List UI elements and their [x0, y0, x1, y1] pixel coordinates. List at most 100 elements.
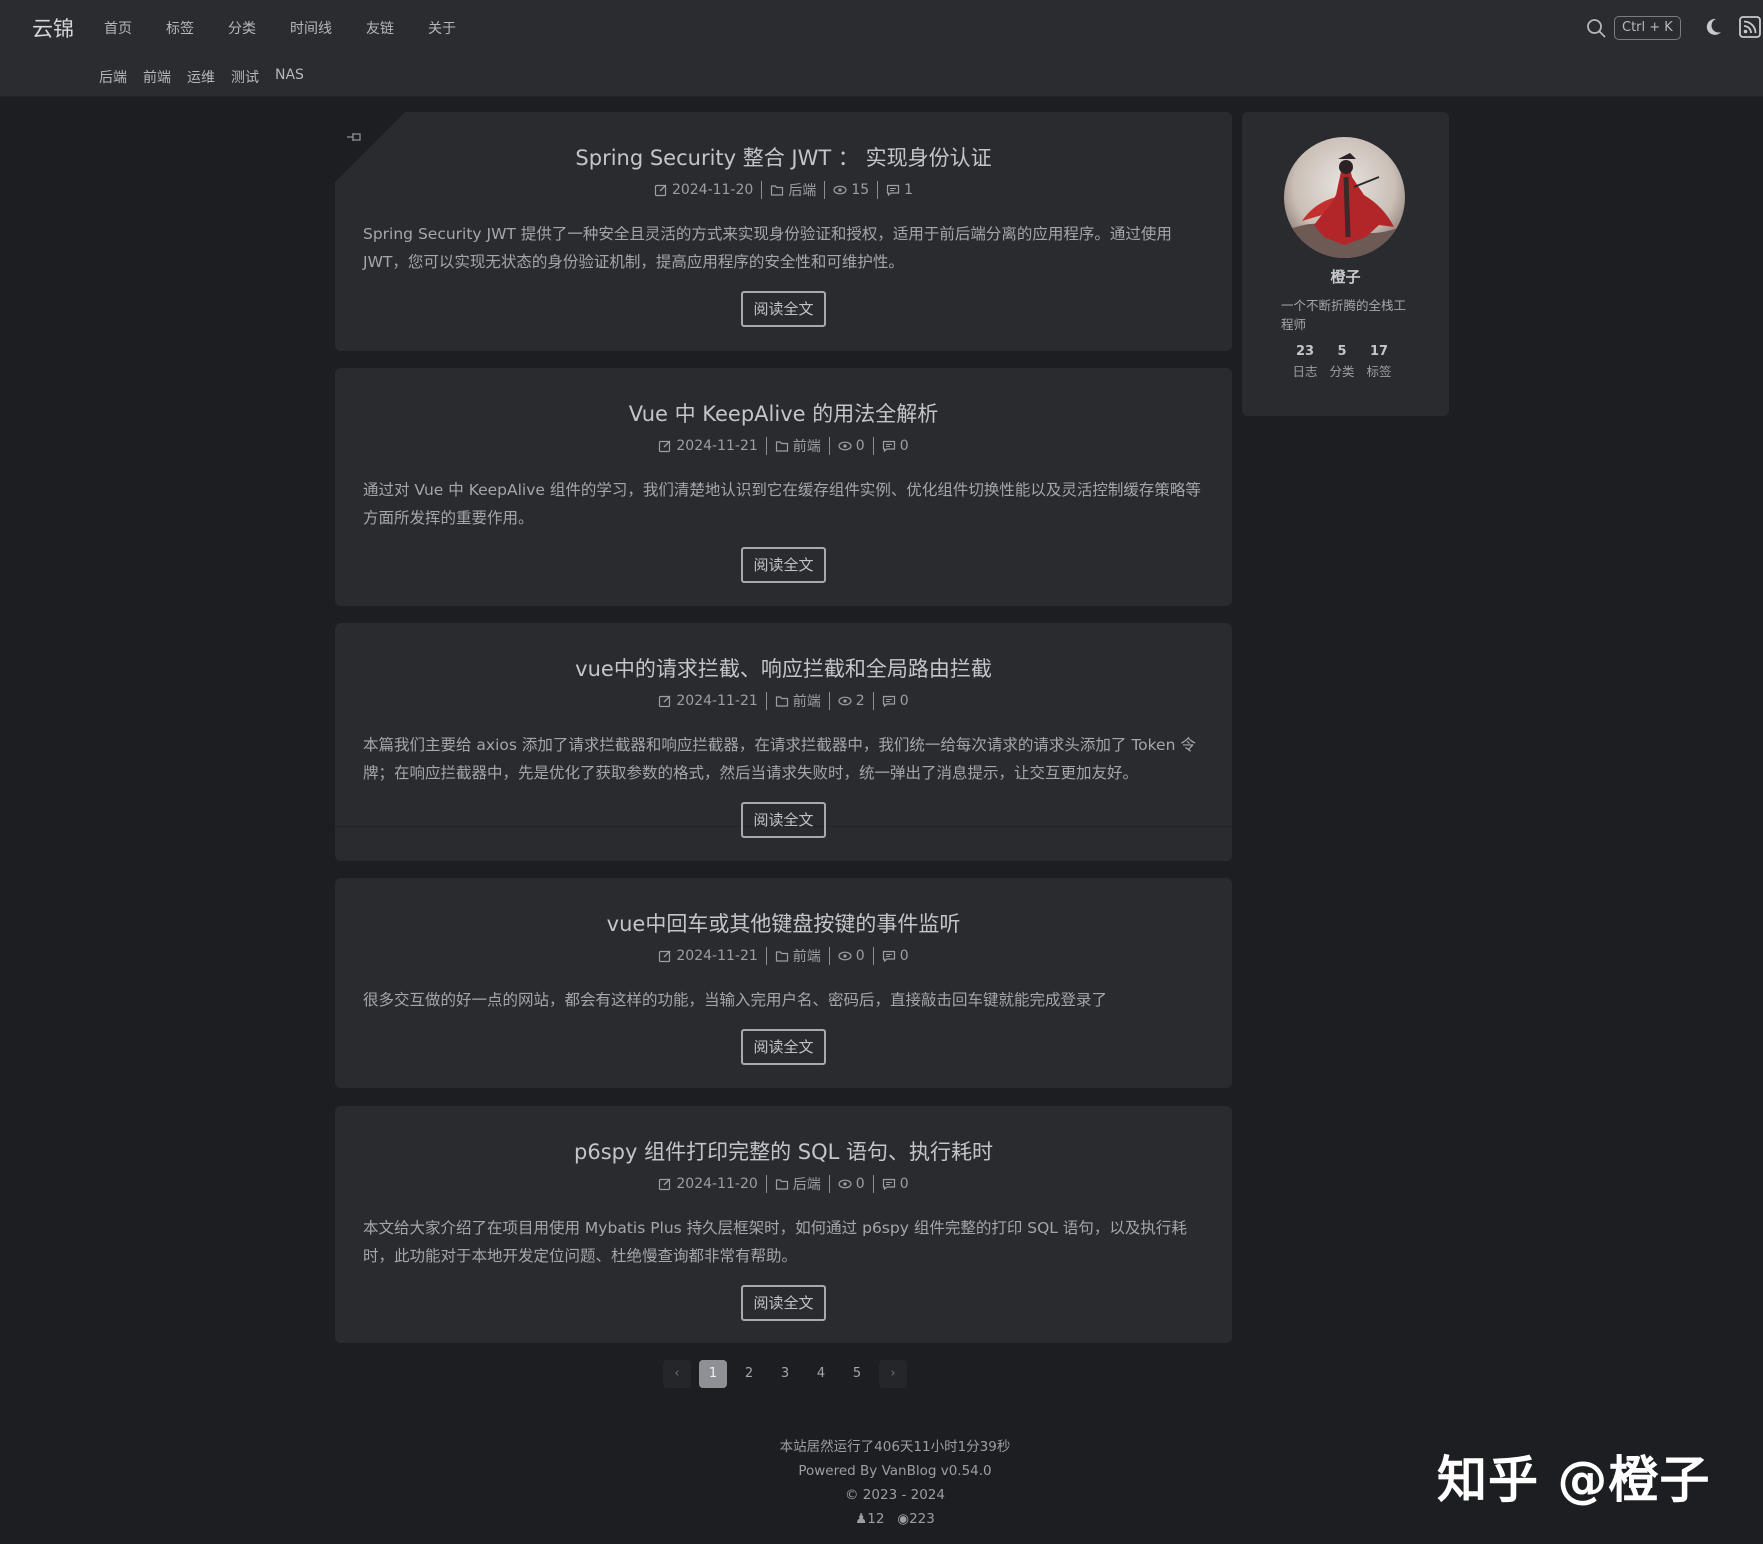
post-comments: 0: [882, 1176, 909, 1192]
stat-categories[interactable]: 5 分类: [1329, 344, 1355, 380]
post-card: Vue 中 KeepAlive 的用法全解析 2024-11-21 前端 0 0…: [335, 368, 1232, 606]
nav-about[interactable]: 关于: [428, 18, 456, 38]
post-title[interactable]: Vue 中 KeepAlive 的用法全解析: [335, 398, 1232, 428]
stat-tags[interactable]: 17 标签: [1366, 344, 1392, 380]
comment-icon: [882, 950, 895, 963]
author-card: 橙子 一个不断折腾的全栈工程师 23 日志 5 分类 17 标签: [1242, 112, 1449, 416]
post-category[interactable]: 后端: [775, 1174, 821, 1194]
zhihu-watermark: 知乎 @橙子: [1437, 1451, 1711, 1509]
read-more-button[interactable]: 阅读全文: [741, 547, 826, 583]
post-card: vue中的请求拦截、响应拦截和全局路由拦截 2024-11-21 前端 2 0 …: [335, 623, 1232, 861]
author-stats: 23 日志 5 分类 17 标签: [1292, 344, 1392, 380]
nav-tags[interactable]: 标签: [166, 18, 194, 38]
prev-page-button[interactable]: ‹: [663, 1360, 691, 1388]
user-icon: ♟: [855, 1511, 868, 1527]
post-category[interactable]: 前端: [775, 436, 821, 456]
search-shortcut-hint[interactable]: Ctrl + K: [1614, 16, 1681, 40]
post-date: 2024-11-21: [658, 693, 758, 709]
post-excerpt: 本文给大家介绍了在项目用使用 Mybatis Plus 持久层框架时，如何通过 …: [363, 1219, 1187, 1265]
author-bio: 一个不断折腾的全栈工程师: [1281, 298, 1407, 332]
category-nav: 后端 前端 运维 测试 NAS: [99, 67, 320, 87]
comment-icon: [882, 695, 895, 708]
post-views: 15: [833, 182, 869, 198]
moon-icon[interactable]: [1702, 16, 1724, 38]
read-more-button[interactable]: 阅读全文: [741, 1029, 826, 1065]
post-meta: 2024-11-20 后端 15 1: [335, 180, 1232, 200]
post-comments: 1: [886, 182, 913, 198]
post-card: vue中回车或其他键盘按键的事件监听 2024-11-21 前端 0 0 很多交…: [335, 878, 1232, 1088]
rss-icon[interactable]: [1739, 16, 1761, 38]
post-title[interactable]: vue中的请求拦截、响应拦截和全局路由拦截: [335, 653, 1232, 683]
eye-icon: [838, 441, 852, 451]
nav-timeline[interactable]: 时间线: [290, 18, 332, 38]
page-button-1[interactable]: 1: [699, 1360, 727, 1388]
top-header: 云锦 首页 标签 分类 时间线 友链 关于 后端 前端 运维 测试 NAS Ct…: [0, 0, 1763, 97]
pageview-count: 223: [909, 1511, 935, 1527]
comment-icon: [882, 440, 895, 453]
edit-icon: [659, 1178, 671, 1191]
site-logo[interactable]: 云锦: [32, 13, 74, 43]
read-more-button[interactable]: 阅读全文: [741, 1285, 826, 1321]
meta-separator: [828, 947, 830, 965]
category-nas[interactable]: NAS: [275, 67, 304, 87]
meta-separator: [828, 1175, 830, 1193]
edit-icon: [659, 440, 671, 453]
folder-icon: [775, 696, 788, 707]
page-button-2[interactable]: 2: [735, 1360, 763, 1388]
folder-icon: [775, 1179, 788, 1190]
post-title[interactable]: Spring Security 整合 JWT ： 实现身份认证: [335, 142, 1232, 172]
eye-icon: [838, 1179, 852, 1189]
folder-icon: [775, 951, 788, 962]
post-date: 2024-11-21: [658, 438, 758, 454]
post-meta: 2024-11-21 前端 2 0: [335, 691, 1232, 711]
main-nav: 首页 标签 分类 时间线 友链 关于: [104, 18, 490, 38]
nav-links[interactable]: 友链: [366, 18, 394, 38]
post-excerpt: 很多交互做的好一点的网站，都会有这样的功能，当输入完用户名、密码后，直接敲击回车…: [363, 991, 1108, 1009]
page-button-4[interactable]: 4: [807, 1360, 835, 1388]
meta-separator: [872, 437, 874, 455]
meta-separator: [872, 947, 874, 965]
page-button-3[interactable]: 3: [771, 1360, 799, 1388]
post-card: Spring Security 整合 JWT ： 实现身份认证 2024-11-…: [335, 112, 1232, 351]
visitor-count: 12: [867, 1511, 885, 1527]
post-views: 0: [838, 438, 865, 454]
nav-categories[interactable]: 分类: [228, 18, 256, 38]
post-date: 2024-11-20: [658, 1176, 758, 1192]
folder-icon: [771, 185, 784, 196]
pagination: ‹ 1 2 3 4 5 ›: [663, 1360, 907, 1388]
post-category[interactable]: 前端: [775, 691, 821, 711]
meta-separator: [824, 181, 826, 199]
post-category[interactable]: 前端: [775, 946, 821, 966]
meta-separator: [828, 692, 830, 710]
category-testing[interactable]: 测试: [231, 67, 259, 87]
page-button-5[interactable]: 5: [843, 1360, 871, 1388]
next-page-button[interactable]: ›: [879, 1360, 907, 1388]
stat-posts[interactable]: 23 日志: [1292, 344, 1318, 380]
comment-icon: [882, 1178, 895, 1191]
eye-icon: [838, 951, 852, 961]
category-ops[interactable]: 运维: [187, 67, 215, 87]
post-category[interactable]: 后端: [770, 180, 816, 200]
meta-separator: [872, 692, 874, 710]
post-views: 0: [838, 1176, 865, 1192]
post-views: 2: [838, 693, 865, 709]
post-meta: 2024-11-21 前端 0 0: [335, 946, 1232, 966]
post-excerpt: 本篇我们主要给 axios 添加了请求拦截器和响应拦截器，在请求拦截器中，我们统…: [363, 736, 1196, 782]
post-meta: 2024-11-20 后端 0 0: [335, 1174, 1232, 1194]
post-date: 2024-11-20: [654, 182, 753, 198]
category-backend[interactable]: 后端: [99, 67, 127, 87]
read-more-button[interactable]: 阅读全文: [741, 802, 826, 838]
nav-home[interactable]: 首页: [104, 18, 132, 38]
post-excerpt: Spring Security JWT 提供了一种安全且灵活的方式来实现身份验证…: [363, 225, 1172, 271]
read-more-button[interactable]: 阅读全文: [741, 291, 826, 327]
comment-icon: [887, 184, 900, 197]
avatar[interactable]: [1284, 137, 1405, 258]
category-frontend[interactable]: 前端: [143, 67, 171, 87]
post-comments: 0: [882, 948, 909, 964]
post-title[interactable]: p6spy 组件打印完整的 SQL 语句、执行耗时: [335, 1136, 1232, 1166]
meta-separator: [877, 181, 879, 199]
search-icon[interactable]: [1585, 17, 1607, 39]
meta-separator: [872, 1175, 874, 1193]
post-title[interactable]: vue中回车或其他键盘按键的事件监听: [335, 908, 1232, 938]
eye-icon: [838, 696, 852, 706]
